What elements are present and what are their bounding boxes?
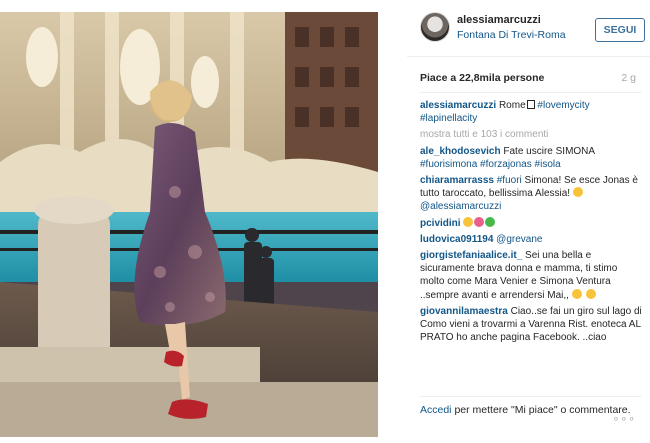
- avatar[interactable]: [420, 12, 450, 42]
- comment-username[interactable]: chiaramarrasss: [420, 175, 494, 186]
- hashtag-link[interactable]: #lovemycity: [537, 100, 589, 111]
- caption-username[interactable]: alessiamarcuzzi: [420, 100, 496, 111]
- list-item: ludovica091194 @grevane: [420, 233, 642, 246]
- more-options-icon[interactable]: ∘∘∘: [612, 412, 636, 425]
- comment-username[interactable]: giovannilamaestra: [420, 306, 508, 317]
- divider: [420, 396, 642, 397]
- hashtag-link[interactable]: #isola: [535, 159, 561, 170]
- show-all-comments-link[interactable]: mostra tutti e 103 i commenti: [420, 128, 642, 141]
- post-photo: [0, 12, 378, 437]
- list-item: chiaramarrasss #fuori Simona! Se esce Jo…: [420, 174, 642, 214]
- login-link[interactable]: Accedi: [420, 404, 452, 416]
- comment-username[interactable]: ludovica091194: [420, 234, 493, 245]
- likes-count[interactable]: Piace a 22,8mila persone: [420, 72, 544, 84]
- login-prompt-text: per mettere "Mi piace" o commentare.: [454, 404, 631, 416]
- list-item: ale_khodosevich Fate uscire SIMONA #fuor…: [420, 145, 642, 171]
- hashtag-link[interactable]: #lapinellacity: [420, 113, 477, 124]
- post-username[interactable]: alessiamarcuzzi: [457, 14, 541, 26]
- divider: [420, 92, 642, 93]
- post-time[interactable]: 2 g: [621, 72, 636, 84]
- mention-link[interactable]: @alessiamarcuzzi: [420, 201, 501, 212]
- flag-emoji-icon: [526, 100, 535, 109]
- post-details-panel: alessiamarcuzzi Fontana Di Trevi-Roma SE…: [407, 0, 650, 443]
- follow-button[interactable]: SEGUI: [595, 18, 645, 42]
- flower-emoji-icon: [474, 216, 485, 227]
- login-prompt: Accedi per mettere "Mi piace" o commenta…: [420, 404, 645, 417]
- mention-link[interactable]: @grevane: [496, 234, 542, 245]
- comment-username[interactable]: pcividini: [420, 218, 461, 229]
- post-header: alessiamarcuzzi Fontana Di Trevi-Roma SE…: [420, 12, 645, 44]
- heart-eyes-emoji-icon: [572, 187, 583, 198]
- hashtag-link[interactable]: #fuorisimona: [420, 159, 477, 170]
- comments-list: alessiamarcuzzi Rome #lovemycity #lapine…: [420, 99, 642, 347]
- list-item: pcividini: [420, 216, 642, 230]
- comment-text: Fate uscire SIMONA: [503, 145, 595, 157]
- list-item: giorgistefaniaalice.it_ Sei una bella e …: [420, 249, 642, 302]
- smile-emoji-icon: [463, 216, 474, 227]
- smile-emoji-icon: [571, 288, 582, 299]
- comment-username[interactable]: ale_khodosevich: [420, 146, 501, 157]
- caption-text: Rome: [498, 100, 526, 111]
- caption: alessiamarcuzzi Rome #lovemycity #lapine…: [420, 99, 642, 125]
- hashtag-link[interactable]: #fuori: [497, 175, 522, 186]
- kiss-emoji-icon: [585, 288, 596, 299]
- post-location[interactable]: Fontana Di Trevi-Roma: [457, 29, 566, 41]
- comment-username[interactable]: giorgistefaniaalice.it_: [420, 250, 522, 261]
- hashtag-link[interactable]: #forzajonas: [480, 159, 532, 170]
- green-heart-emoji-icon: [485, 216, 496, 227]
- divider: [407, 56, 650, 57]
- list-item: giovannilamaestra Ciao..se fai un giro s…: [420, 305, 642, 345]
